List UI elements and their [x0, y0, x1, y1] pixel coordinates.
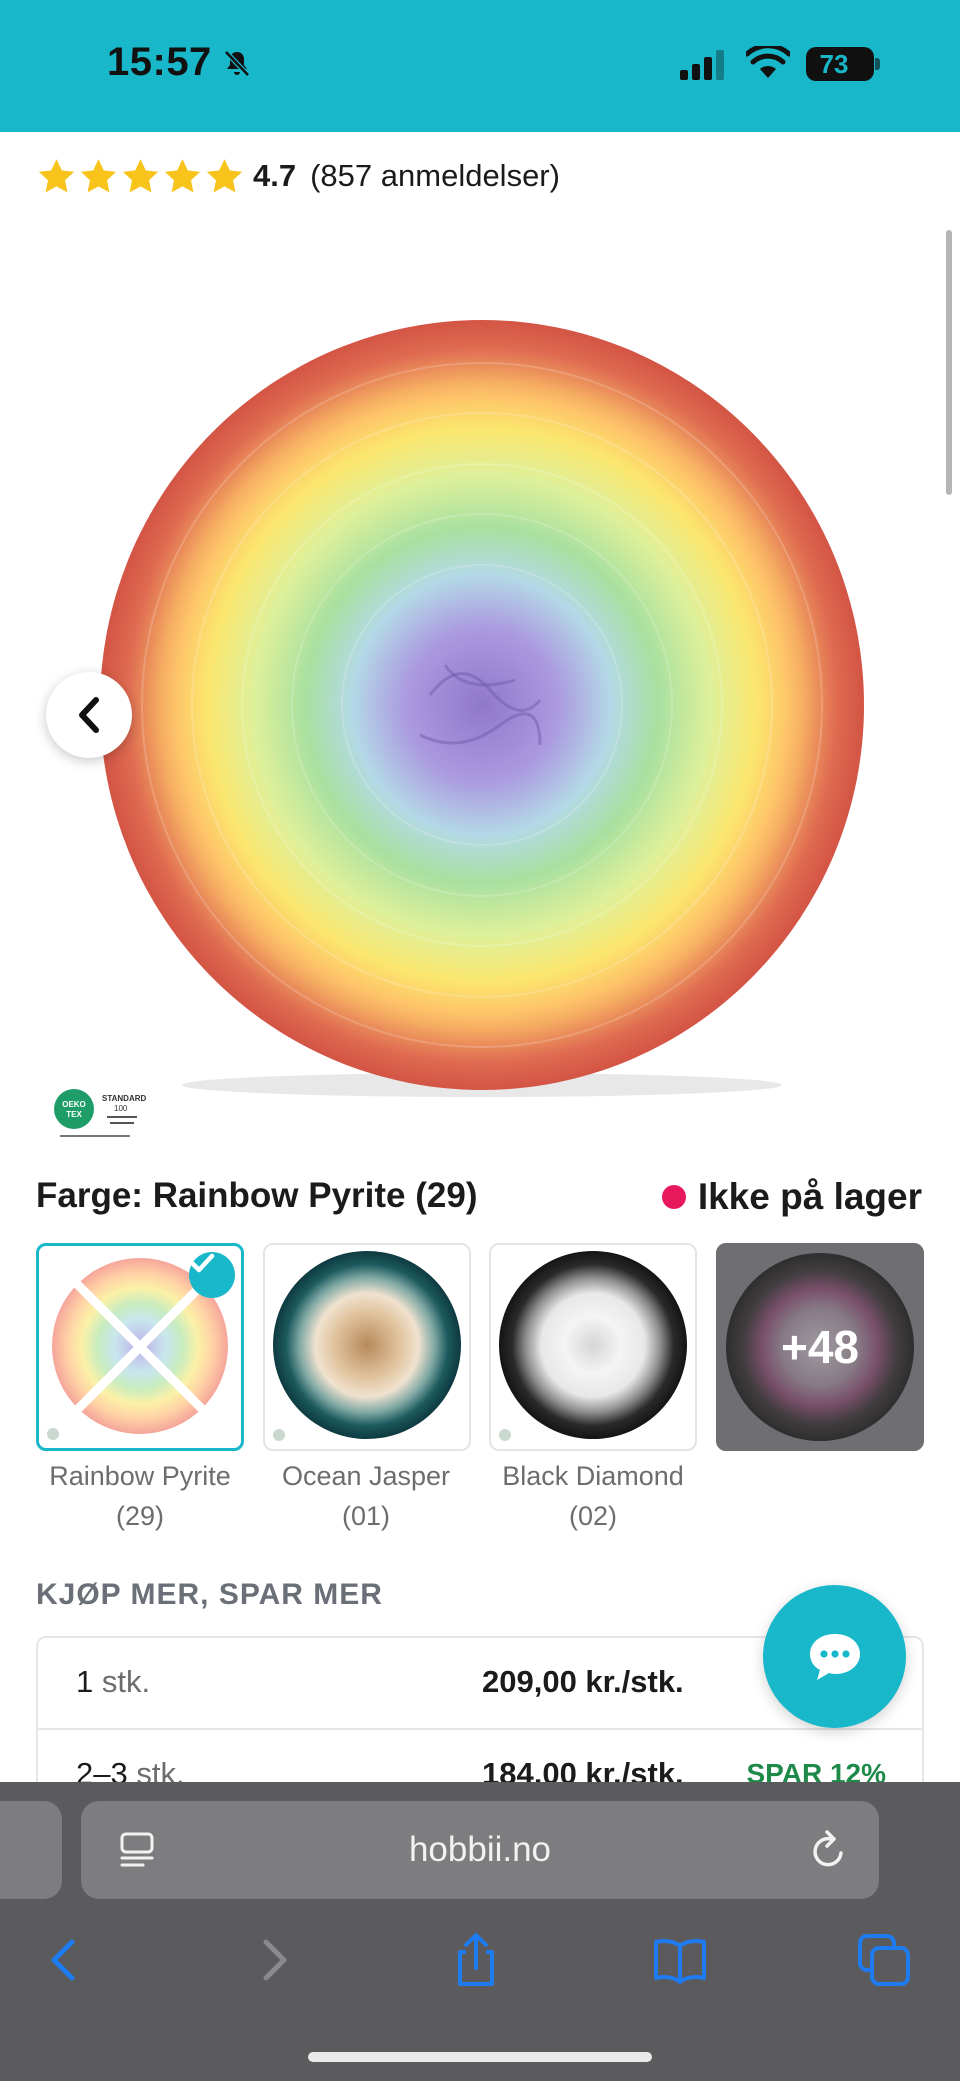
selected-color-heading: Farge: Rainbow Pyrite (29) [36, 1176, 478, 1215]
bookmarks-icon[interactable] [650, 1930, 710, 1990]
previous-image-button[interactable] [46, 672, 132, 758]
previous-tab-peek[interactable] [0, 1801, 62, 1899]
svg-text:TEX: TEX [66, 1110, 82, 1119]
rating-value: 4.7 [253, 158, 297, 193]
star-icon [122, 158, 159, 192]
status-time: 15:57 [107, 40, 212, 84]
share-icon[interactable] [446, 1930, 506, 1990]
bell-off-icon [224, 50, 250, 77]
swatch-label-ocean-jasper: Ocean Jasper (01) [281, 1461, 451, 1531]
swatch-label-black-diamond: Black Diamond (02) [502, 1461, 684, 1531]
swatch-label-rainbow-pyrite: Rainbow Pyrite (29) [49, 1461, 231, 1531]
back-arrow-icon[interactable] [34, 1930, 94, 1990]
status-bar: 15:57 73 [0, 0, 960, 132]
price-row-price: 209,00 kr./stk. [482, 1664, 684, 1699]
swatch-rainbow-pyrite[interactable] [36, 1243, 244, 1451]
svg-text:OEKO: OEKO [62, 1100, 86, 1109]
svg-text:STANDARD: STANDARD [102, 1094, 147, 1103]
selected-check-icon [189, 1252, 235, 1298]
reload-icon[interactable] [809, 1829, 849, 1871]
black-diamond-yarn-thumb [499, 1251, 687, 1441]
more-colors-button[interactable]: +48 [716, 1243, 924, 1451]
product-image[interactable] [0, 215, 960, 1150]
wifi-icon [746, 46, 790, 78]
chevron-left-icon [79, 697, 99, 733]
stock-status-text: Ikke på lager [697, 1176, 922, 1217]
review-count[interactable]: (857 anmeldelser) [310, 158, 560, 194]
svg-text:100: 100 [114, 1104, 128, 1113]
battery-icon: 73 [806, 47, 880, 81]
battery-level: 73 [819, 49, 849, 79]
star-icon [206, 158, 243, 192]
product-rating[interactable]: 4.7 (857 anmeldelser) [36, 150, 560, 202]
ocean-jasper-yarn-thumb [273, 1251, 461, 1441]
star-icon [80, 158, 117, 192]
home-indicator [308, 2052, 652, 2062]
chat-bubble-icon [809, 1633, 860, 1680]
bulk-discount-title: KJØP MER, SPAR MER [36, 1578, 383, 1611]
more-colors-count: +48 [780, 1321, 860, 1373]
address-bar[interactable]: hobbii.no [81, 1801, 879, 1899]
star-icon [164, 158, 201, 192]
cellular-signal-icon [680, 50, 724, 80]
forward-arrow-icon[interactable] [244, 1930, 304, 1990]
swatch-black-diamond[interactable] [489, 1243, 697, 1451]
url-text: hobbii.no [408, 1830, 552, 1869]
out-of-stock-dot [661, 1185, 686, 1209]
scroll-indicator [946, 230, 952, 495]
price-row-qty: 1 stk. [76, 1664, 151, 1699]
rating-stars [36, 156, 245, 197]
star-icon [38, 158, 75, 192]
stock-status: Ikke på lager [661, 1176, 922, 1218]
oeko-tex-logo: OEKO TEX STANDARD 100 [54, 1089, 147, 1137]
tabs-icon[interactable] [854, 1930, 914, 1990]
swatch-ocean-jasper[interactable] [263, 1243, 471, 1451]
chat-button[interactable] [763, 1585, 906, 1728]
